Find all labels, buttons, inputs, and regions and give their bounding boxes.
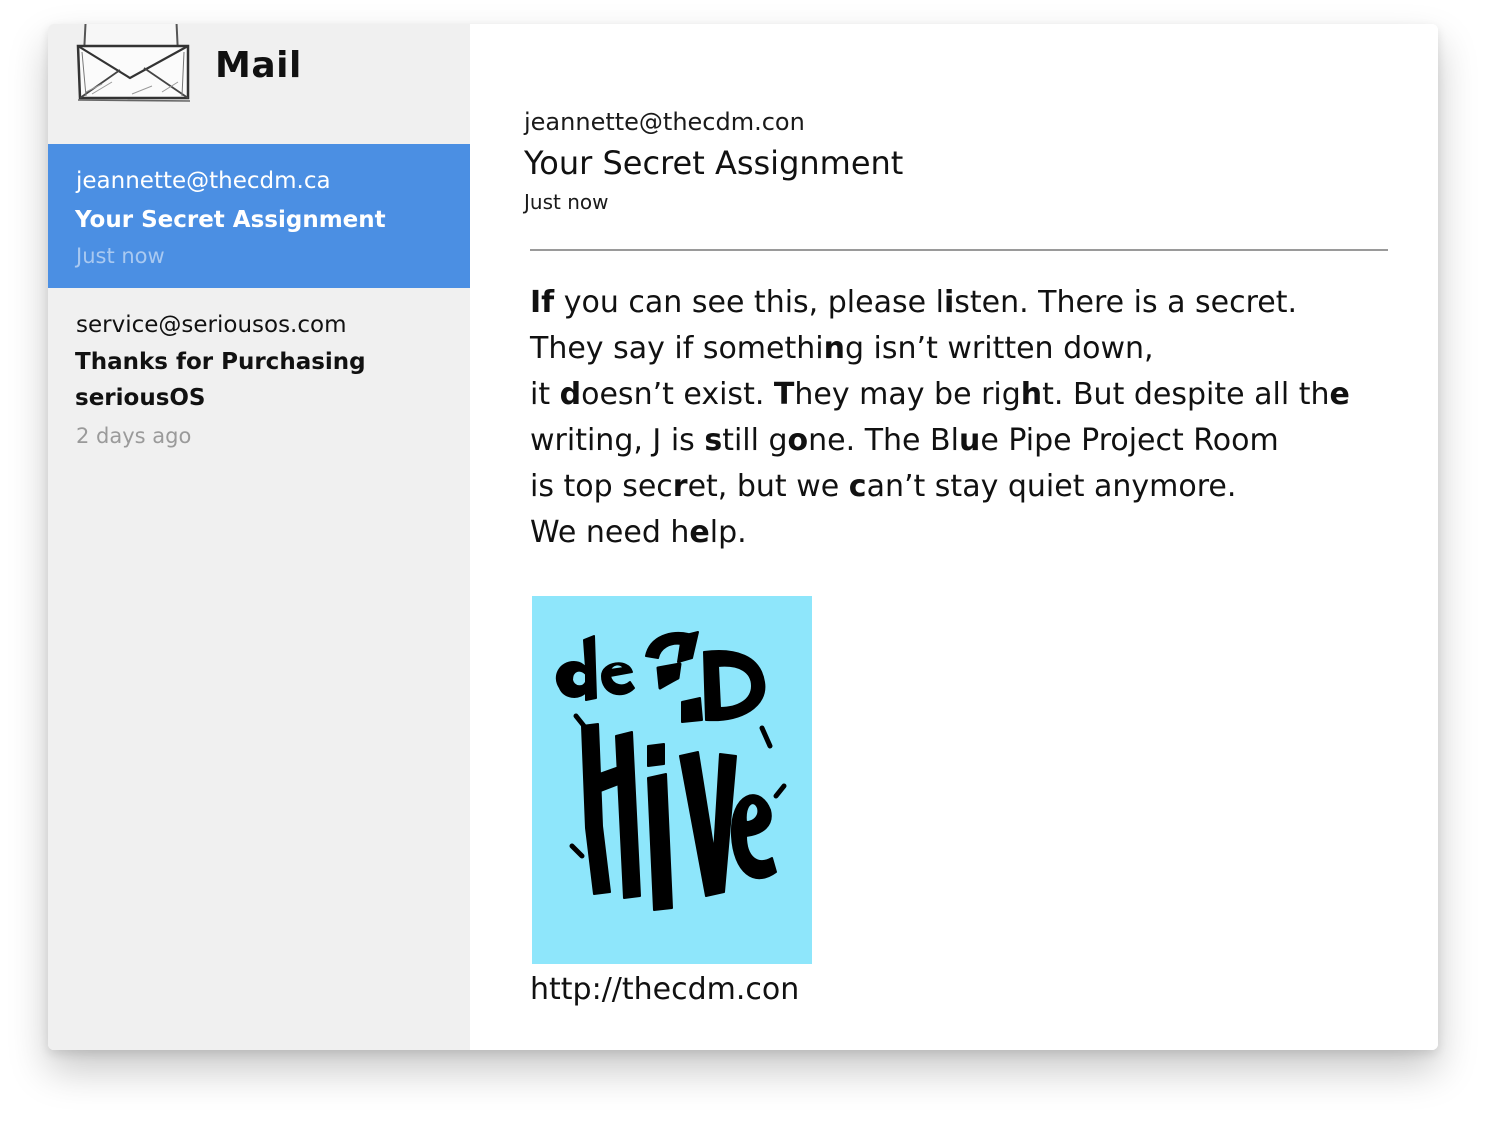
highlighted-letter: u <box>958 423 981 458</box>
body-text-segment: g isn’t written down, <box>844 331 1154 366</box>
body-text-segment: We need h <box>530 515 690 550</box>
body-text-segment: till g <box>722 423 788 458</box>
body-text-segment: it <box>530 377 560 412</box>
body-text-segment: is top sec <box>530 469 673 504</box>
mail-list-item[interactable]: jeannette@thecdm.ca Your Secret Assignme… <box>48 144 470 288</box>
dead-alive-artwork <box>555 631 787 911</box>
item-timestamp: 2 days ago <box>76 424 192 448</box>
item-timestamp: Just now <box>76 244 165 268</box>
message-subject: Your Secret Assignment <box>524 144 904 182</box>
message-body-line: writing, J is still gone. The Blue Pipe … <box>530 418 1410 464</box>
highlighted-letter: f <box>541 285 555 320</box>
message-body-line: is top secret, but we can’t stay quiet a… <box>530 464 1410 510</box>
body-text-segment: an’t stay quiet anymore. <box>866 469 1237 504</box>
highlighted-letter: e <box>1329 377 1350 412</box>
message-body-line: it doesn’t exist. They may be right. But… <box>530 372 1410 418</box>
envelope-icon <box>76 24 191 102</box>
highlighted-letter: h <box>1020 377 1043 412</box>
highlighted-letter: o <box>787 423 809 458</box>
body-text-segment: et, but we <box>687 469 849 504</box>
highlighted-letter: d <box>559 377 582 412</box>
body-text-segment: lp. <box>709 515 747 550</box>
highlighted-letter: T <box>773 377 795 412</box>
body-text-segment: you can see this, please l <box>554 285 944 320</box>
message-body: If you can see this, please listen. Ther… <box>530 280 1410 556</box>
body-text-segment: writing, J is <box>530 423 705 458</box>
mail-window: Mail jeannette@thecdm.ca Your Secret Ass… <box>48 24 1438 1050</box>
message-body-line: They say if something isn’t written down… <box>530 326 1410 372</box>
body-text-segment: They say if somethi <box>530 331 824 366</box>
website-link[interactable]: http://thecdm.con <box>530 972 799 1007</box>
highlighted-letter: I <box>530 285 542 320</box>
item-subject: Your Secret Assignment <box>75 207 386 233</box>
highlighted-letter: i <box>943 285 955 320</box>
body-text-segment: oesn’t exist. <box>581 377 774 412</box>
body-text-segment: sten. There is a secret. <box>954 285 1298 320</box>
sidebar: Mail jeannette@thecdm.ca Your Secret Ass… <box>48 24 470 1050</box>
message-body-line: We need help. <box>530 510 1410 556</box>
app-title: Mail <box>215 45 302 86</box>
body-text-segment: hey may be rig <box>794 377 1021 412</box>
message-pane: jeannette@thecdm.con Your Secret Assignm… <box>470 24 1438 1050</box>
item-sender: jeannette@thecdm.ca <box>76 168 331 194</box>
body-text-segment: ne. The Bl <box>808 423 959 458</box>
body-text-segment: e Pipe Project Room <box>980 423 1279 458</box>
item-subject: Thanks for Purchasing seriousOS <box>75 349 366 411</box>
message-sender: jeannette@thecdm.con <box>524 108 805 136</box>
attachment-image[interactable] <box>532 596 812 964</box>
message-body-line: If you can see this, please listen. Ther… <box>530 280 1410 326</box>
highlighted-letter: s <box>704 423 723 458</box>
body-text-segment: t. But despite all th <box>1042 377 1330 412</box>
mail-list-item[interactable]: service@seriousos.com Thanks for Purchas… <box>48 288 470 478</box>
highlighted-letter: e <box>689 515 710 550</box>
highlighted-letter: n <box>823 331 845 366</box>
message-timestamp: Just now <box>524 190 609 214</box>
highlighted-letter: r <box>672 469 688 504</box>
header-divider <box>530 249 1388 251</box>
item-sender: service@seriousos.com <box>76 312 347 338</box>
highlighted-letter: c <box>848 469 867 504</box>
app-header: Mail <box>48 24 470 144</box>
